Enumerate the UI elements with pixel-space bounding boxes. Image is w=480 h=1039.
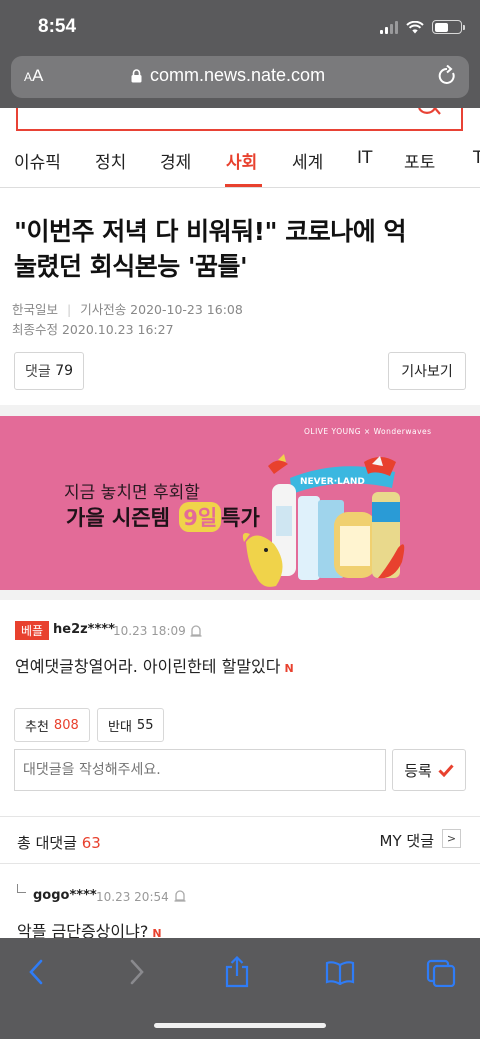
article-sent-date: 기사전송 2020-10-23 16:08 — [80, 302, 243, 317]
reply-total: 총 대댓글 63 — [17, 834, 101, 852]
tabs-icon[interactable] — [426, 959, 456, 987]
comments-count: 79 — [55, 363, 74, 379]
nav-item-issue[interactable]: 이슈픽 — [14, 148, 61, 173]
status-icons — [380, 20, 465, 34]
nav-item-it[interactable]: IT — [357, 148, 372, 168]
reply-date: 10.23 20:54 — [96, 890, 169, 904]
upvote-count: 808 — [53, 717, 79, 733]
status-time: 8:54 — [38, 16, 77, 37]
svg-text:NEVER·LAND: NEVER·LAND — [300, 477, 365, 487]
report-icon[interactable] — [174, 889, 186, 902]
new-mark-icon: N — [284, 662, 294, 675]
share-icon[interactable] — [224, 956, 250, 988]
nav-item-economy[interactable]: 경제 — [160, 148, 191, 173]
comment-text: 연예댓글창열어라. 아이린한테 할말있다 N — [15, 657, 294, 676]
chevron-right-icon[interactable]: > — [442, 829, 461, 848]
reply-submit-button[interactable]: 등록 — [392, 749, 466, 791]
best-comment-badge: 베플 — [15, 621, 49, 640]
reload-icon[interactable] — [437, 65, 457, 87]
browser-top-bar: 8:54 AAAA comm.news.nate.com — [0, 0, 480, 108]
downvote-button[interactable]: 반대 55 — [97, 708, 165, 742]
view-article-button[interactable]: 기사보기 — [388, 352, 466, 390]
active-tab-indicator — [225, 184, 262, 187]
reply-username[interactable]: gogo**** — [33, 888, 97, 903]
nav-item-more[interactable]: T — [473, 148, 480, 168]
category-nav: 이슈픽 정치 경제 사회 세계 IT 포토 T — [0, 138, 480, 188]
article-source: 한국일보 — [12, 302, 59, 317]
comment-date: 10.23 18:09 — [113, 624, 186, 638]
check-icon — [438, 763, 454, 777]
my-comments-link[interactable]: MY 댓글 — [380, 830, 434, 851]
reply-arrow-icon — [17, 884, 26, 893]
address-field[interactable]: comm.news.nate.com — [131, 65, 325, 86]
comment-username[interactable]: he2z**** — [53, 622, 115, 637]
downvote-count: 55 — [136, 717, 154, 733]
home-indicator[interactable] — [154, 1023, 326, 1028]
wifi-icon — [406, 20, 424, 33]
article-meta: 한국일보 | 기사전송 2020-10-23 16:08 — [12, 302, 243, 317]
section-divider — [0, 405, 480, 416]
reply-summary-row: 총 대댓글 63 MY 댓글 > — [0, 816, 480, 864]
nav-item-world[interactable]: 세계 — [292, 148, 323, 173]
battery-icon — [432, 20, 465, 34]
search-box[interactable] — [16, 108, 463, 131]
banner-illustration: NEVER·LAND — [242, 454, 405, 587]
upvote-button[interactable]: 추천 808 — [14, 708, 90, 742]
forward-icon — [130, 959, 144, 985]
url-bar[interactable]: AAAA comm.news.nate.com — [11, 56, 469, 98]
search-icon[interactable] — [415, 108, 443, 122]
reader-text-size-button[interactable]: AAAA — [24, 66, 43, 86]
ad-banner[interactable]: OLIVE YOUNG × Wonderwaves 지금 놓치면 후회할 가을 … — [0, 416, 480, 590]
report-icon[interactable] — [190, 624, 202, 637]
comments-button[interactable]: 댓글 79 — [14, 352, 84, 390]
reply-input[interactable] — [14, 749, 386, 791]
section-divider — [0, 590, 480, 600]
nav-item-society[interactable]: 사회 — [226, 148, 257, 173]
signal-icon — [380, 20, 398, 34]
nav-item-politics[interactable]: 정치 — [95, 148, 126, 173]
nav-item-photo[interactable]: 포토 — [404, 148, 435, 173]
url-text: comm.news.nate.com — [150, 65, 326, 85]
article-updated: 최종수정 2020.10.23 16:27 — [12, 322, 174, 337]
article-title: "이번주 저녁 다 비워둬!" 코로나에 억 눌렸던 회식본능 '꿈틀' — [14, 217, 406, 281]
bookmarks-icon[interactable] — [325, 961, 355, 985]
lock-icon — [131, 68, 142, 82]
back-icon[interactable] — [27, 958, 45, 986]
